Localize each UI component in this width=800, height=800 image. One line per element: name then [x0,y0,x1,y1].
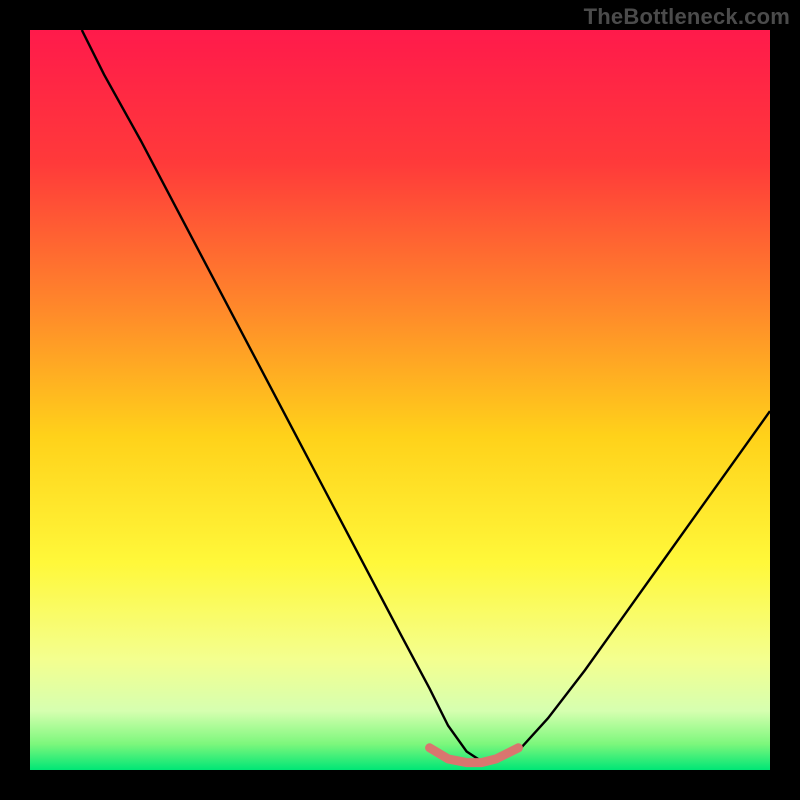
plot-area [30,30,770,770]
watermark-text: TheBottleneck.com [584,4,790,30]
chart-frame: TheBottleneck.com [0,0,800,800]
plot-svg [30,30,770,770]
